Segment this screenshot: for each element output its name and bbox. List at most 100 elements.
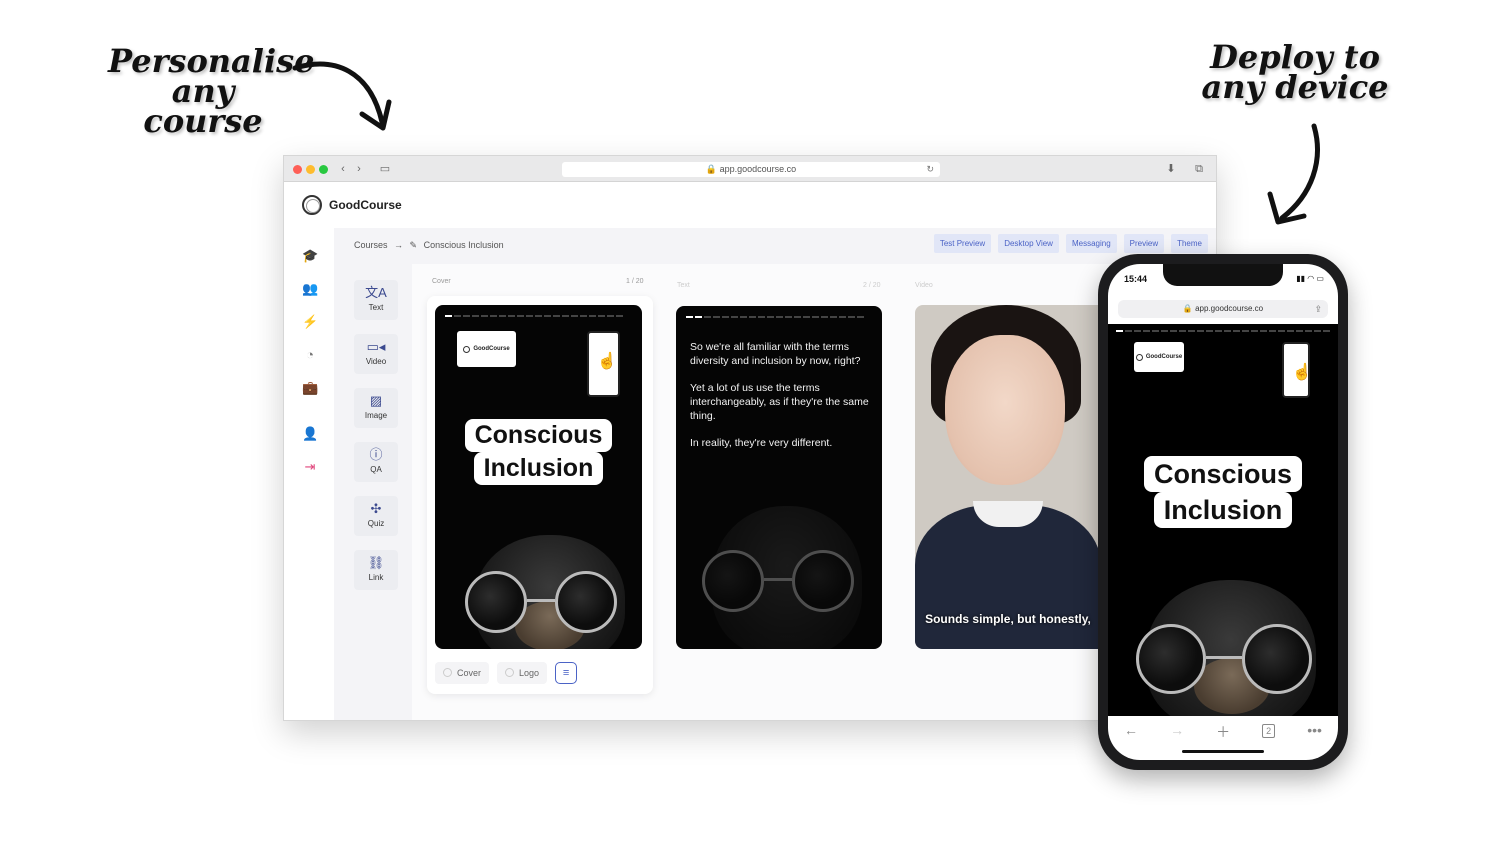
cover-title: Conscious Inclusion <box>445 419 632 485</box>
preview-button[interactable]: Preview <box>1123 234 1165 253</box>
maximize-window-button[interactable] <box>319 165 328 174</box>
minimize-window-button[interactable] <box>306 165 315 174</box>
presenter-face <box>945 335 1065 485</box>
new-tab-icon[interactable]: ＋ <box>1216 722 1230 742</box>
tool-qa[interactable]: ⓘ QA <box>354 442 398 482</box>
pug-image-faded <box>692 506 872 649</box>
cover-slide[interactable]: GoodCourse Conscious Inclusion <box>435 305 642 649</box>
goodcourse-logo-icon[interactable] <box>302 195 322 215</box>
phone-time: 15:44 <box>1124 274 1148 284</box>
download-icon[interactable]: ⬇ <box>1164 162 1178 176</box>
sidebar-toggle-icon[interactable]: ▭ <box>378 162 392 176</box>
tool-video[interactable]: ▭◂ Video <box>354 334 398 374</box>
caption-personalise: Personalise any course <box>108 42 315 140</box>
phone-device: 15:44 ▮▮ ◠ ▭ 🔒 app.goodcourse.co ⇪ GoodC… <box>1098 254 1348 770</box>
slide-count: 2 / 20 <box>863 282 881 289</box>
desktop-view-button[interactable]: Desktop View <box>998 234 1059 253</box>
briefcase-icon[interactable]: 💼 <box>302 380 318 396</box>
top-tabs: Test Preview Desktop View Messaging Prev… <box>933 234 1208 253</box>
link-icon: ⛓ <box>367 555 385 570</box>
phone-notch <box>1163 264 1283 286</box>
breadcrumb-current: Conscious Inclusion <box>423 240 504 250</box>
tool-link[interactable]: ⛓ Link <box>354 550 398 590</box>
breadcrumb-courses[interactable]: Courses <box>354 240 388 250</box>
marketing-stage: Personalise any course Deploy to any dev… <box>0 0 1500 844</box>
pencil-icon[interactable]: ✎ <box>410 240 418 250</box>
logo-button[interactable]: Logo <box>497 662 548 684</box>
test-preview-button[interactable]: Test Preview <box>933 234 992 253</box>
reload-icon[interactable]: ↻ <box>926 162 934 177</box>
bolt-icon[interactable]: ⚡ <box>302 314 318 330</box>
phone-status-bar: 15:44 ▮▮ ◠ ▭ <box>1108 264 1338 296</box>
slide-count: 1 / 20 <box>626 278 644 285</box>
tabs-overview-icon[interactable]: ⧉ <box>1192 162 1206 176</box>
phone-browser-toolbar: ← → ＋ 2 ••• <box>1108 716 1338 760</box>
phone-swipe-hint-icon <box>1282 342 1312 398</box>
phone-title-line1: Conscious <box>1143 456 1303 492</box>
tool-label: Text <box>368 303 384 312</box>
text-slide[interactable]: So we're all familiar with the terms div… <box>676 306 882 649</box>
breadcrumb-separator: → <box>394 240 404 250</box>
text-paragraph: In reality, they're very different. <box>690 437 833 449</box>
tool-text[interactable]: 文A Text <box>354 280 398 320</box>
team-icon[interactable]: 👥 <box>302 281 318 297</box>
video-slide[interactable]: Sounds simple, but honestly, <box>915 305 1101 649</box>
messaging-button[interactable]: Messaging <box>1065 234 1117 253</box>
share-icon[interactable]: ⇪ <box>1314 300 1322 318</box>
cover-dot-icon <box>443 668 452 677</box>
video-icon: ▭◂ <box>366 339 386 354</box>
tool-quiz[interactable]: ✣ Quiz <box>354 496 398 536</box>
phone-url-area: 🔒 app.goodcourse.co ⇪ <box>1108 296 1338 324</box>
lock-icon: 🔒 <box>705 164 718 174</box>
tool-image[interactable]: ▨ Image <box>354 388 398 428</box>
cover-logo-text: GoodCourse <box>473 346 510 352</box>
app-header: GoodCourse <box>284 183 1216 228</box>
phone-cover-title: Conscious Inclusion <box>1122 456 1324 528</box>
address-text: app.goodcourse.co <box>719 164 797 174</box>
address-bar[interactable]: 🔒 app.goodcourse.co ↻ <box>562 162 940 177</box>
theme-button[interactable]: Theme <box>1171 234 1208 253</box>
back-icon[interactable]: ‹ <box>336 162 350 176</box>
phone-address-text: app.goodcourse.co <box>1195 304 1264 313</box>
tabs-icon[interactable]: 2 <box>1262 724 1276 738</box>
slide-type-label: Cover <box>432 278 451 285</box>
close-window-button[interactable] <box>293 165 302 174</box>
pug-image <box>455 535 635 649</box>
cover-logo[interactable]: GoodCourse <box>457 331 516 367</box>
cover-title-line1: Conscious <box>464 419 613 452</box>
tool-label: QA <box>370 465 382 474</box>
forward-icon[interactable]: → <box>1170 722 1184 738</box>
slide-progress <box>445 315 623 317</box>
signal-wifi-battery-icon: ▮▮ ◠ ▭ <box>1296 274 1324 283</box>
lock-icon: 🔒 <box>1182 304 1193 313</box>
text-align-icon[interactable]: ≡ <box>555 662 578 684</box>
video-subtitle: Sounds simple, but honestly, <box>925 612 1091 626</box>
courses-icon[interactable]: 🎓 <box>302 248 318 264</box>
cover-button-label: Cover <box>457 668 482 678</box>
user-icon[interactable]: 👤 <box>302 426 318 442</box>
logo-dot-icon <box>505 668 515 677</box>
phone-address-bar[interactable]: 🔒 app.goodcourse.co ⇪ <box>1118 300 1328 318</box>
puzzle-icon: ✣ <box>370 501 382 516</box>
back-icon[interactable]: ← <box>1124 722 1138 738</box>
logout-icon[interactable]: ⇥ <box>302 459 318 475</box>
logo-button-label: Logo <box>519 668 540 678</box>
phone-screen: 15:44 ▮▮ ◠ ▭ 🔒 app.goodcourse.co ⇪ GoodC… <box>1108 264 1338 760</box>
caption-deploy: Deploy to any device <box>1201 38 1389 106</box>
analytics-icon[interactable]: ◔ <box>302 347 318 363</box>
image-icon: ▨ <box>369 393 383 408</box>
more-icon[interactable]: ••• <box>1307 722 1322 738</box>
forward-icon[interactable]: › <box>352 162 366 176</box>
text-paragraph: Yet a lot of us use the terms interchang… <box>690 382 869 422</box>
tool-label: Link <box>368 573 384 582</box>
question-icon: ⓘ <box>369 447 383 462</box>
cover-button[interactable]: Cover <box>435 662 490 684</box>
slide-type-label: Text <box>677 282 690 289</box>
arrow-down-icon <box>1267 123 1320 225</box>
tool-label: Video <box>365 357 387 366</box>
phone-logo-text: GoodCourse <box>1145 354 1183 360</box>
translate-icon: 文A <box>365 285 387 300</box>
brand-name: GoodCourse <box>329 198 402 212</box>
home-indicator <box>1182 750 1264 753</box>
phone-cover-logo[interactable]: GoodCourse <box>1134 342 1184 372</box>
